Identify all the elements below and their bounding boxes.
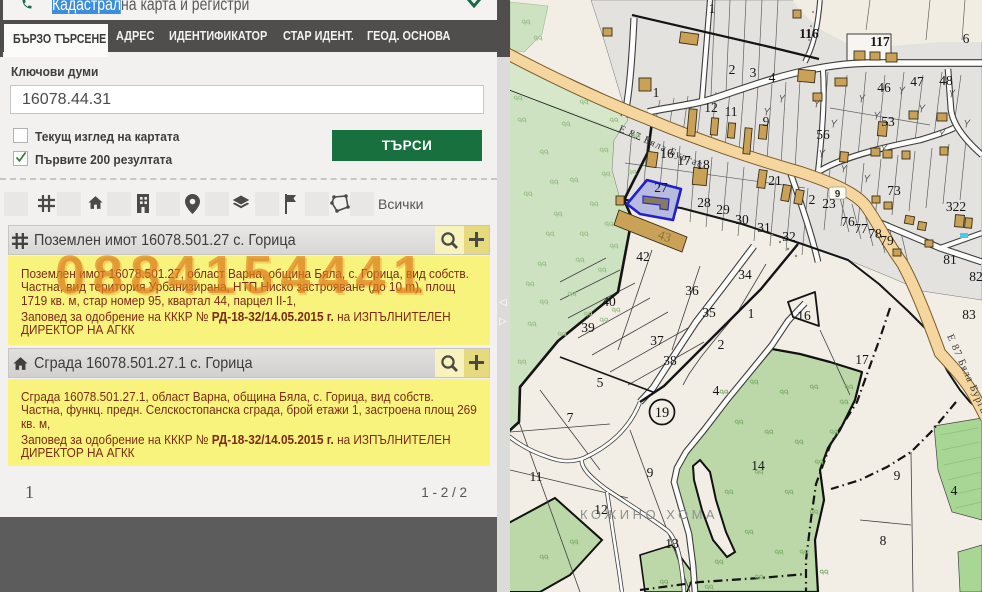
svg-text:13: 13	[665, 536, 679, 551]
svg-text:36: 36	[685, 283, 699, 298]
svg-text:32: 32	[782, 229, 796, 244]
svg-text:4: 4	[951, 483, 958, 498]
svg-text:16: 16	[660, 146, 674, 161]
svg-text:4: 4	[713, 383, 720, 398]
svg-text:117: 117	[870, 34, 890, 49]
svg-text:19: 19	[655, 405, 670, 421]
svg-text:322: 322	[946, 199, 966, 214]
svg-text:17: 17	[677, 153, 691, 168]
svg-text:83: 83	[962, 307, 976, 322]
svg-text:9: 9	[647, 465, 654, 480]
svg-text:77: 77	[854, 221, 868, 236]
svg-text:2: 2	[809, 192, 816, 207]
svg-text:8: 8	[880, 533, 887, 548]
svg-text:2: 2	[718, 337, 725, 352]
svg-text:53: 53	[881, 114, 895, 129]
svg-text:2: 2	[729, 62, 736, 77]
svg-text:76: 76	[841, 214, 855, 229]
svg-text:39: 39	[581, 320, 595, 335]
svg-text:1: 1	[709, 1, 716, 16]
svg-text:38: 38	[663, 353, 677, 368]
svg-text:48: 48	[939, 73, 953, 88]
svg-text:12: 12	[704, 100, 718, 115]
svg-text:9: 9	[763, 114, 770, 129]
svg-text:12: 12	[594, 502, 608, 517]
svg-text:7: 7	[567, 410, 574, 425]
svg-text:56: 56	[816, 127, 830, 142]
svg-text:1: 1	[748, 306, 755, 321]
svg-text:6: 6	[963, 31, 970, 46]
svg-text:47: 47	[910, 74, 924, 89]
svg-text:37: 37	[650, 333, 664, 348]
svg-text:34: 34	[738, 267, 752, 282]
svg-text:3: 3	[750, 65, 757, 80]
svg-text:14: 14	[751, 458, 765, 473]
svg-text:116: 116	[799, 26, 819, 41]
svg-text:23: 23	[822, 196, 836, 211]
svg-text:11: 11	[530, 469, 543, 484]
svg-text:28: 28	[697, 195, 711, 210]
svg-text:31: 31	[757, 220, 771, 235]
svg-text:81: 81	[943, 252, 957, 267]
svg-text:18: 18	[696, 157, 710, 172]
svg-text:27: 27	[654, 180, 668, 195]
svg-text:5: 5	[597, 375, 604, 390]
svg-text:9: 9	[894, 468, 901, 483]
svg-text:46: 46	[877, 80, 891, 95]
svg-text:21: 21	[768, 173, 782, 188]
svg-text:42: 42	[636, 249, 650, 264]
svg-text:17: 17	[855, 352, 869, 367]
svg-text:30: 30	[735, 212, 749, 227]
svg-text:11: 11	[725, 104, 738, 119]
svg-text:40: 40	[602, 294, 616, 309]
svg-text:4: 4	[769, 70, 776, 85]
svg-text:35: 35	[702, 305, 716, 320]
svg-text:16: 16	[797, 308, 811, 323]
svg-text:73: 73	[887, 183, 901, 198]
svg-text:82: 82	[969, 269, 982, 284]
svg-text:29: 29	[716, 202, 730, 217]
svg-text:79: 79	[880, 233, 894, 248]
svg-text:1: 1	[653, 85, 660, 100]
